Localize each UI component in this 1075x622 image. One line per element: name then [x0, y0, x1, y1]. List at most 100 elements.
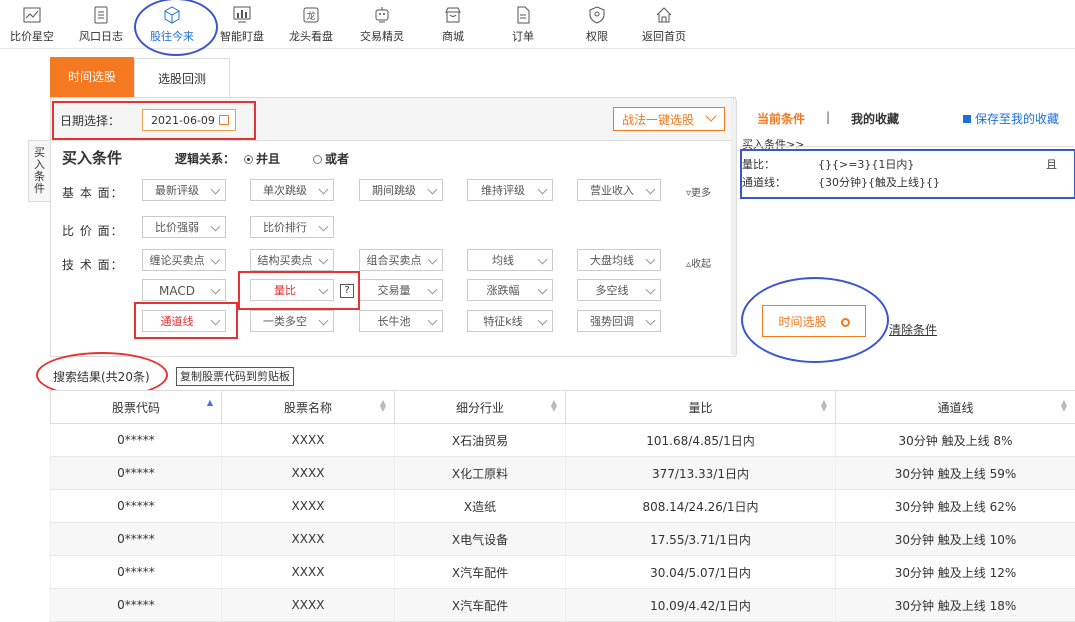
- radio-and[interactable]: 并且: [244, 150, 280, 167]
- dropdown-combo-points[interactable]: 组合买卖点: [359, 249, 443, 271]
- copy-codes-button[interactable]: 复制股票代码到剪贴板: [176, 367, 294, 386]
- nav-item-price-star[interactable]: 比价星空: [0, 0, 64, 48]
- nav-item-orders[interactable]: 订单: [491, 0, 555, 48]
- dropdown-label: 维持评级: [481, 184, 525, 197]
- more-toggle[interactable]: ▿更多: [686, 184, 711, 199]
- nav-item-wind-log[interactable]: 风口日志: [69, 0, 133, 48]
- save-favorites-link[interactable]: 保存至我的收藏: [963, 110, 1059, 127]
- time-select-button[interactable]: 时间选股: [762, 305, 866, 337]
- dropdown-feature-kline[interactable]: 特征k线: [467, 310, 553, 332]
- time-select-label: 时间选股: [778, 315, 826, 329]
- column-header-code[interactable]: 股票代码▲: [51, 391, 222, 424]
- dropdown-price-rank[interactable]: 比价排行: [250, 216, 334, 238]
- table-cell: 30分钟 触及上线 10%: [836, 523, 1075, 556]
- dropdown-period-jump[interactable]: 期间跳级: [359, 179, 443, 201]
- table-cell: 808.14/24.26/1日内: [566, 490, 836, 523]
- table-row[interactable]: 0*****XXXXX汽车配件30.04/5.07/1日内30分钟 触及上线 1…: [51, 556, 1075, 589]
- dropdown-label: 强势回调: [590, 315, 634, 328]
- table-cell: 0*****: [51, 424, 222, 457]
- dropdown-label: 比价排行: [263, 221, 307, 234]
- dropdown-revenue[interactable]: 营业收入: [577, 179, 661, 201]
- table-row[interactable]: 0*****XXXXX石油贸易101.68/4.85/1日内30分钟 触及上线 …: [51, 424, 1075, 457]
- tab-my-favorites[interactable]: 我的收藏: [851, 110, 899, 127]
- radio-or[interactable]: 或者: [313, 150, 349, 167]
- clear-conditions-link[interactable]: 清除条件: [889, 321, 937, 338]
- dropdown-label: 一类多空: [263, 315, 307, 328]
- cond-volume-ratio-name: 量比：: [742, 156, 775, 172]
- dropdown-price-strength[interactable]: 比价强弱: [142, 216, 226, 238]
- dropdown-macd[interactable]: MACD: [142, 279, 226, 301]
- dropdown-latest-rating[interactable]: 最新评级: [142, 179, 226, 201]
- dropdown-bull-pool[interactable]: 长牛池: [359, 310, 443, 332]
- dropdown-maintain-rating[interactable]: 维持评级: [467, 179, 553, 201]
- dropdown-ma[interactable]: 均线: [467, 249, 553, 271]
- nav-item-trade-bot[interactable]: 交易精灵: [350, 0, 414, 48]
- shield-icon: [588, 6, 606, 24]
- one-click-select-dropdown[interactable]: 战法一键选股: [613, 107, 725, 131]
- tab-separator: |: [826, 110, 830, 124]
- dropdown-change-pct[interactable]: 涨跌幅: [467, 279, 553, 301]
- date-label: 日期选择：: [60, 112, 120, 129]
- column-header-name[interactable]: 股票名称▲▼: [222, 391, 395, 424]
- dropdown-single-jump[interactable]: 单次跳级: [250, 179, 334, 201]
- dropdown-label: 均线: [492, 254, 514, 267]
- chevron-down-icon: [319, 285, 329, 295]
- nav-item-home[interactable]: 返回首页: [632, 0, 696, 48]
- sort-icon: ▲▼: [821, 400, 827, 412]
- calendar-icon[interactable]: [219, 115, 229, 125]
- dropdown-long-short[interactable]: 多空线: [577, 279, 661, 301]
- table-cell: XXXX: [222, 457, 395, 490]
- table-cell: 30分钟 触及上线 59%: [836, 457, 1075, 490]
- dropdown-strong-pullback[interactable]: 强势回调: [577, 310, 661, 332]
- dropdown-channel-line[interactable]: 通道线: [142, 310, 226, 332]
- nav-item-history[interactable]: 股往今来: [140, 0, 204, 48]
- table-row[interactable]: 0*****XXXXX化工原料377/13.33/1日内30分钟 触及上线 59…: [51, 457, 1075, 490]
- table-cell: XXXX: [222, 556, 395, 589]
- dropdown-market-ma[interactable]: 大盘均线: [577, 249, 661, 271]
- chevron-down-icon: [211, 222, 221, 232]
- tab-current-conditions[interactable]: 当前条件: [757, 110, 805, 127]
- chevron-down-icon: [646, 316, 656, 326]
- table-row[interactable]: 0*****XXXXX电气设备17.55/3.71/1日内30分钟 触及上线 1…: [51, 523, 1075, 556]
- chevron-down-icon: [211, 316, 221, 326]
- date-input[interactable]: 2021-06-09: [142, 109, 236, 131]
- home-icon: [655, 6, 673, 24]
- collapse-toggle[interactable]: ▵收起: [686, 255, 711, 270]
- column-header-channel[interactable]: 通道线▲▼: [836, 391, 1075, 424]
- table-cell: 30分钟 触及上线 18%: [836, 589, 1075, 622]
- chevron-down-icon: [646, 255, 656, 265]
- dropdown-chan-points[interactable]: 缠论买卖点: [142, 249, 226, 271]
- dropdown-label: 涨跌幅: [487, 284, 520, 297]
- column-header-volume-ratio[interactable]: 量比▲▼: [566, 391, 836, 424]
- table-cell: 30分钟 触及上线 12%: [836, 556, 1075, 589]
- chevron-down-icon: [211, 255, 221, 265]
- dropdown-structure-points[interactable]: 结构买卖点: [250, 249, 334, 271]
- nav-label: 订单: [491, 28, 555, 44]
- dropdown-trade-volume[interactable]: 交易量: [359, 279, 443, 301]
- tab-backtest[interactable]: 选股回测: [134, 58, 230, 98]
- dropdown-label: 交易量: [378, 284, 411, 297]
- chevron-down-icon: [428, 285, 438, 295]
- table-cell: 0*****: [51, 556, 222, 589]
- dropdown-volume-ratio[interactable]: 量比: [250, 279, 334, 301]
- nav-item-shop[interactable]: 商城: [421, 0, 485, 48]
- nav-item-permission[interactable]: 权限: [565, 0, 629, 48]
- radio-or-label: 或者: [325, 152, 349, 166]
- sort-asc-icon: ▲: [207, 400, 213, 406]
- logic-label: 逻辑关系：: [175, 150, 235, 167]
- row-label-price: 比 价 面：: [62, 222, 124, 239]
- table-cell: XXXX: [222, 424, 395, 457]
- nav-item-leader[interactable]: 龙 龙头看盘: [279, 0, 343, 48]
- tab-time-select[interactable]: 时间选股: [50, 57, 134, 97]
- svg-text:龙: 龙: [306, 10, 315, 22]
- help-icon[interactable]: ?: [340, 284, 354, 298]
- table-row[interactable]: 0*****XXXXX造纸808.14/24.26/1日内30分钟 触及上线 6…: [51, 490, 1075, 523]
- buy-conditions-title: 买入条件: [62, 147, 122, 168]
- table-cell: XXXX: [222, 490, 395, 523]
- nav-item-smart-watch[interactable]: 智能盯盘: [210, 0, 274, 48]
- dropdown-type1-long-short[interactable]: 一类多空: [250, 310, 334, 332]
- table-cell: X汽车配件: [395, 589, 566, 622]
- table-row[interactable]: 0*****XXXXX汽车配件10.09/4.42/1日内30分钟 触及上线 1…: [51, 589, 1075, 622]
- side-tab-buy-conditions[interactable]: 买入条件: [28, 140, 50, 202]
- column-header-industry[interactable]: 细分行业▲▼: [395, 391, 566, 424]
